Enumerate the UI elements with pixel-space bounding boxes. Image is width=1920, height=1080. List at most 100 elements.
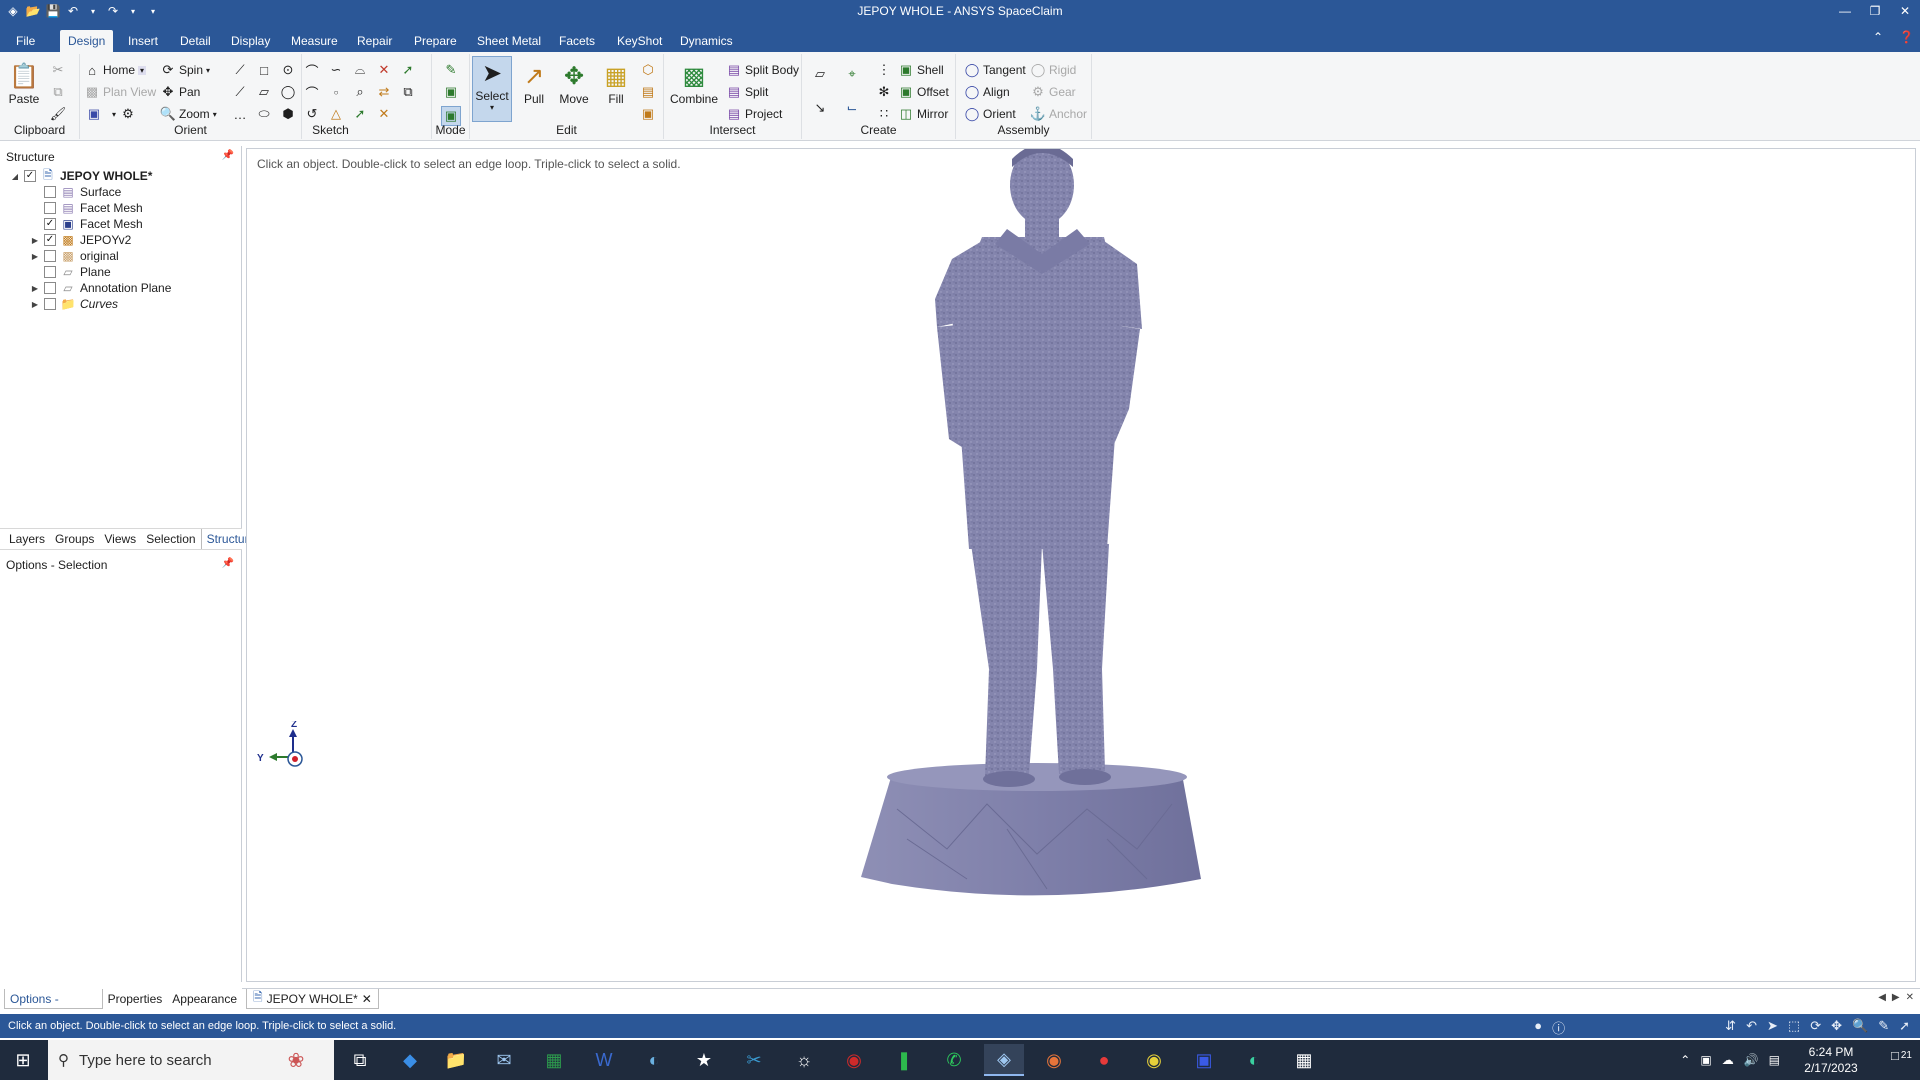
replace-icon[interactable]: ▤ — [640, 84, 656, 100]
project-button[interactable]: ▤ Project — [726, 106, 783, 122]
paste-button[interactable]: 📋 Paste — [8, 60, 40, 107]
close-button[interactable]: ✕ — [1890, 0, 1920, 22]
tree-item-annotation-plane[interactable]: ▶ ▱ Annotation Plane — [30, 280, 171, 296]
tree-checkbox[interactable] — [44, 250, 56, 262]
whatsapp-icon[interactable]: ✆ — [934, 1044, 974, 1076]
section-mode-icon[interactable]: ▣ — [443, 84, 459, 100]
section-icon[interactable]: ⇵ — [1725, 1018, 1736, 1037]
circle-tool-icon[interactable]: ⊙ — [280, 62, 296, 78]
pan-status-icon[interactable]: ✥ — [1831, 1018, 1842, 1037]
tab-options-selection[interactable]: Options - Selection — [4, 989, 103, 1026]
tweak-face-icon[interactable]: ▣ — [640, 106, 656, 122]
spline-tool-icon[interactable]: ∽ — [328, 62, 344, 78]
tree-item-facet-mesh[interactable]: ▤ Facet Mesh — [30, 200, 143, 216]
tree-checkbox[interactable] — [44, 266, 56, 278]
expand-icon[interactable]: ▶ — [30, 252, 40, 261]
orient-button[interactable]: ◯ Orient — [964, 106, 1016, 122]
info-icon[interactable]: ⓘ — [1552, 1018, 1565, 1037]
blend-icon[interactable]: ⬡ — [640, 62, 656, 78]
copy-icon[interactable]: ⧉ — [50, 84, 66, 100]
tab-groups[interactable]: Groups — [50, 529, 99, 549]
app-icon-green-bars[interactable]: ❚ — [884, 1044, 924, 1076]
box-select-icon[interactable]: ⬚ — [1788, 1018, 1800, 1037]
cut-icon[interactable]: ✂ — [50, 62, 66, 78]
app-icon-red[interactable]: ◉ — [834, 1044, 874, 1076]
fill-button[interactable]: ▦ Fill — [600, 60, 632, 107]
tab-layers[interactable]: Layers — [4, 529, 50, 549]
tangent-button[interactable]: ◯ Tangent — [964, 62, 1026, 78]
gear-button[interactable]: ⚙ Gear — [1030, 84, 1076, 100]
trim-icon[interactable]: ✕ — [376, 62, 392, 78]
tab-appearance[interactable]: Appearance — [167, 989, 242, 1009]
pin-icon[interactable]: 📌 — [222, 150, 234, 161]
file-explorer-icon[interactable]: 📁 — [436, 1044, 476, 1076]
face-curve-icon[interactable]: △ — [328, 106, 344, 122]
mirror-button[interactable]: ◫ Mirror — [898, 106, 948, 122]
scroll-left-icon[interactable]: ◀ — [1878, 992, 1886, 1003]
3d-viewport[interactable]: Click an object. Double-click to select … — [246, 148, 1916, 982]
home-dropdown-icon[interactable]: ▾ — [138, 65, 147, 75]
tab-facets[interactable]: Facets — [551, 30, 603, 52]
collapse-ribbon-icon[interactable]: ⌃ — [1873, 30, 1883, 44]
tray-expand-icon[interactable]: ⌃ — [1680, 1053, 1690, 1067]
tree-root[interactable]: ◢ ✓ 🗎 JEPOY WHOLE* — [10, 168, 153, 184]
tree-checkbox[interactable]: ✓ — [44, 234, 56, 246]
pin-icon[interactable]: 📌 — [222, 558, 234, 569]
origin-icon[interactable]: ⌖ — [844, 66, 860, 82]
undo-selection-icon[interactable]: ↶ — [1746, 1018, 1757, 1037]
snipping-tool-icon[interactable]: ✂ — [734, 1044, 774, 1076]
tab-display[interactable]: Display — [223, 30, 278, 52]
minimize-button[interactable]: — — [1830, 0, 1860, 22]
split-body-button[interactable]: ▤ Split Body — [726, 62, 799, 78]
pan-button[interactable]: ✥ Pan — [160, 84, 201, 100]
close-tab-icon[interactable]: ✕ — [362, 992, 372, 1006]
tab-sheet-metal[interactable]: Sheet Metal — [469, 30, 549, 52]
split-button[interactable]: ▤ Split — [726, 84, 769, 100]
app-icon-generic[interactable]: ☼ — [784, 1044, 824, 1076]
three-point-arc-icon[interactable]: ↺ — [304, 106, 320, 122]
line-tool-icon[interactable]: ⟋ — [232, 62, 248, 78]
three-point-circle-icon[interactable]: ◯ — [280, 84, 296, 100]
tab-prepare[interactable]: Prepare — [406, 30, 465, 52]
move-button[interactable]: ✥ Move — [558, 60, 590, 107]
tab-dynamics[interactable]: Dynamics — [672, 30, 741, 52]
fill-pattern-icon[interactable]: ∷ — [876, 106, 892, 122]
mail-icon[interactable]: ✉ — [484, 1044, 524, 1076]
tab-design[interactable]: Design — [60, 30, 114, 52]
arc-tool-icon[interactable]: ⌒ — [304, 62, 320, 79]
firefox-icon[interactable]: ◉ — [1034, 1044, 1074, 1076]
dropbox-icon[interactable]: ◆ — [390, 1044, 430, 1076]
project-to-sketch-icon[interactable]: ⧉ — [400, 84, 416, 100]
close-document-icon[interactable]: ✕ — [1906, 992, 1914, 1003]
anchor-button[interactable]: ⚓ Anchor — [1030, 106, 1087, 122]
ellipse-tool-icon[interactable]: ⬭ — [256, 106, 272, 122]
app-icon-badge[interactable]: ● — [1084, 1044, 1124, 1076]
network-icon[interactable]: ▤ — [1769, 1053, 1780, 1067]
word-icon[interactable]: W — [584, 1044, 624, 1076]
circular-pattern-icon[interactable]: ✻ — [876, 84, 892, 100]
scroll-right-icon[interactable]: ▶ — [1892, 992, 1900, 1003]
shell-button[interactable]: ▣ Shell — [898, 62, 944, 78]
bend-icon[interactable]: ➚ — [400, 62, 416, 78]
sweep-arc-icon[interactable]: ⌒ — [304, 84, 320, 101]
tree-checkbox[interactable]: ✓ — [44, 218, 56, 230]
expand-icon[interactable]: ▶ — [30, 284, 40, 293]
point-icon[interactable]: ○ — [328, 84, 344, 100]
offset-button[interactable]: ▣ Offset — [898, 84, 949, 100]
fillet-icon[interactable]: ⌕ — [352, 84, 368, 100]
tab-detail[interactable]: Detail — [172, 30, 219, 52]
task-view-icon[interactable]: ⧉ — [340, 1044, 380, 1076]
tree-item-curves[interactable]: ▶ 📁 Curves — [30, 296, 118, 312]
rigid-button[interactable]: ◯ Rigid — [1030, 62, 1077, 78]
tab-file[interactable]: File — [8, 30, 43, 52]
tree-item-plane[interactable]: ▱ Plane — [30, 264, 111, 280]
linear-pattern-icon[interactable]: ⋮ — [876, 62, 892, 78]
document-tab[interactable]: 🗎 JEPOY WHOLE* ✕ — [246, 989, 379, 1009]
home-button[interactable]: ⌂ Home ▾ — [84, 62, 147, 78]
plane-icon[interactable]: ▱ — [812, 66, 828, 82]
tab-selection[interactable]: Selection — [141, 529, 200, 549]
photos-icon[interactable]: ★ — [684, 1044, 724, 1076]
onedrive-icon[interactable]: ☁ — [1722, 1053, 1734, 1067]
expand-icon[interactable]: ▶ — [30, 300, 40, 309]
cursor-icon[interactable]: ➤ — [1767, 1018, 1778, 1037]
